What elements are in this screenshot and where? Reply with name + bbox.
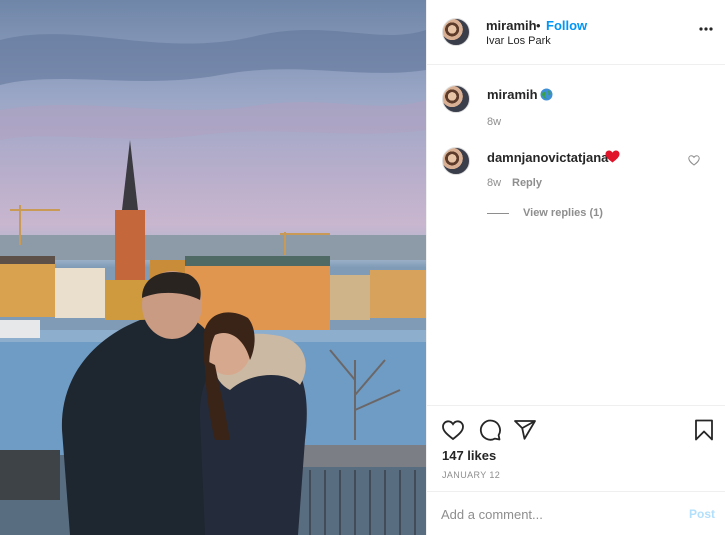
author-avatar[interactable] bbox=[442, 18, 470, 46]
comments-list: miramih 8w damnjanovictatjana 8w Reply V… bbox=[427, 66, 725, 405]
post-actions: 147 likes JANUARY 12 bbox=[427, 405, 725, 491]
author-username[interactable]: miramih bbox=[486, 18, 537, 33]
red-heart-icon bbox=[605, 150, 620, 163]
share-icon[interactable] bbox=[513, 418, 537, 442]
like-comment-icon[interactable] bbox=[688, 155, 700, 166]
replies-divider bbox=[487, 213, 509, 214]
follow-button[interactable]: Follow bbox=[546, 18, 587, 33]
comment-input[interactable] bbox=[441, 504, 671, 524]
comment-time: 8w bbox=[487, 177, 502, 189]
likes-count[interactable]: 147 likes bbox=[442, 448, 496, 463]
globe-icon bbox=[540, 88, 553, 101]
more-horizontal-icon[interactable] bbox=[699, 22, 713, 36]
comment-username[interactable]: damnjanovictatjana bbox=[487, 150, 608, 165]
reply-button[interactable]: Reply bbox=[512, 177, 542, 189]
comment-username[interactable]: miramih bbox=[487, 87, 538, 102]
post-date[interactable]: JANUARY 12 bbox=[442, 470, 500, 480]
view-replies-button[interactable]: View replies (1) bbox=[523, 207, 603, 219]
photo-scene bbox=[0, 30, 426, 535]
separator-dot: • bbox=[536, 18, 541, 33]
comment-time: 8w bbox=[487, 116, 502, 128]
comment-avatar[interactable] bbox=[442, 147, 470, 175]
post-location[interactable]: Ivar Los Park bbox=[486, 35, 551, 47]
comment-avatar[interactable] bbox=[442, 85, 470, 113]
post-details-panel: miramih • Follow Ivar Los Park miramih 8… bbox=[426, 0, 725, 535]
add-comment-bar: Post bbox=[427, 491, 725, 535]
post-header: miramih • Follow Ivar Los Park bbox=[427, 0, 725, 65]
bookmark-icon[interactable] bbox=[692, 418, 716, 442]
comment-icon[interactable] bbox=[478, 418, 502, 442]
post-comment-button[interactable]: Post bbox=[689, 507, 715, 521]
heart-icon[interactable] bbox=[441, 418, 465, 442]
post-photo[interactable] bbox=[0, 0, 426, 535]
